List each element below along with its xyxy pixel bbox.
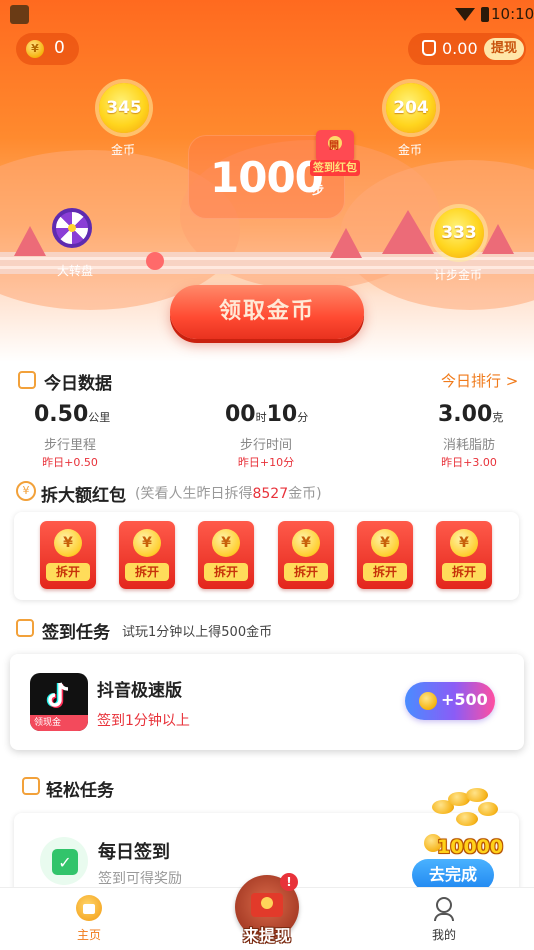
redpacket-icon	[251, 893, 283, 917]
calendar-check-icon: ✓	[52, 849, 78, 875]
daily-signin-title: 每日签到	[98, 842, 170, 863]
withdraw-button[interactable]: 提现	[484, 38, 524, 60]
coin-icon: ¥	[292, 529, 320, 557]
status-bar: 10:10	[0, 0, 534, 28]
home-icon[interactable]	[76, 895, 102, 921]
walk-time-delta: 昨日+10分	[237, 456, 295, 469]
app-name: 抖音极速版	[97, 681, 182, 701]
douyin-app-icon: 领现金	[30, 673, 88, 731]
task-list-icon	[22, 777, 40, 795]
runner-figure	[146, 252, 164, 270]
reward-amount: +500	[441, 690, 488, 709]
open-packet-button[interactable]: 拆开	[363, 563, 407, 581]
wifi-icon	[455, 8, 475, 21]
coin-bubble[interactable]: 345	[99, 83, 149, 133]
open-packet-button[interactable]: 拆开	[204, 563, 248, 581]
walk-time-label: 步行时间	[239, 438, 292, 453]
profile-icon-body	[434, 913, 454, 921]
coin-icon: ¥	[450, 529, 478, 557]
walk-time-value: 00时10分	[225, 402, 309, 427]
open-packet-button[interactable]: 拆开	[284, 563, 328, 581]
bonus-amount: 10000	[437, 836, 504, 858]
walk-distance-delta: 昨日+0.50	[42, 456, 98, 469]
step-count: 1000	[210, 153, 324, 202]
coin-balance: 0	[54, 38, 65, 58]
notification-badge: !	[280, 873, 298, 891]
tree-decoration	[14, 226, 46, 256]
cash-balance: 0.00	[442, 39, 478, 58]
tree-decoration	[330, 228, 362, 258]
fat-burned-value: 3.00克	[438, 402, 504, 427]
open-packet-button[interactable]: 拆开	[46, 563, 90, 581]
coin-pile-icon	[456, 812, 478, 826]
tab-withdraw[interactable]: 来提现	[232, 922, 302, 946]
coin-pile-icon	[478, 802, 498, 816]
red-packet[interactable]: ¥ 拆开	[198, 521, 254, 589]
red-packet[interactable]: ¥ 拆开	[436, 521, 492, 589]
fat-burned-delta: 昨日+3.00	[441, 456, 497, 469]
red-packet-subtitle: (笑看人生昨日拆得8527金币)	[135, 486, 322, 502]
coin-bubble-label: 金币	[110, 143, 135, 157]
lucky-wheel-label: 大转盘	[56, 264, 93, 278]
step-coin-bubble[interactable]: 333	[434, 208, 484, 258]
signin-redpacket-glyph: 開	[329, 141, 339, 152]
tree-decoration	[482, 224, 514, 254]
status-time: 10:10	[491, 5, 534, 23]
profile-icon[interactable]	[436, 897, 452, 913]
walk-distance-value: 0.50公里	[34, 402, 111, 427]
wallet-icon	[422, 40, 436, 56]
step-coin-bubble-label: 计步金币	[433, 268, 482, 282]
signin-redpacket-label[interactable]: 签到红包	[310, 160, 360, 176]
battery-icon	[481, 7, 489, 22]
red-packet[interactable]: ¥ 拆开	[357, 521, 413, 589]
coin-icon: ¥	[26, 40, 44, 58]
coin-icon: ¥	[133, 529, 161, 557]
coin-icon: ¥	[371, 529, 399, 557]
reward-500-button[interactable]: +500	[405, 682, 495, 720]
coin-icon: ¥	[54, 529, 82, 557]
app-notification-icon	[10, 5, 29, 24]
cash-balance-pill[interactable]: 0.00 提现	[408, 33, 526, 65]
red-packet[interactable]: ¥ 拆开	[278, 521, 334, 589]
claim-coins-button[interactable]: 领取金币	[170, 285, 364, 339]
tiktok-note-icon	[46, 682, 69, 708]
data-stats-icon	[18, 371, 36, 389]
app-cash-tag: 领现金	[30, 715, 88, 731]
open-packet-button[interactable]: 拆开	[442, 563, 486, 581]
tab-home[interactable]: 主页	[59, 926, 119, 943]
step-unit: 步	[312, 183, 325, 197]
app-task-desc: 签到1分钟以上	[97, 713, 190, 729]
coin-pile-icon	[466, 788, 488, 802]
yuan-coin-icon: ¥	[16, 481, 36, 501]
signin-task-subtitle: 试玩1分钟以上得500金币	[122, 625, 273, 640]
easy-task-title: 轻松任务	[46, 781, 114, 801]
coin-balance-pill[interactable]: ¥ 0	[16, 33, 79, 65]
tab-me[interactable]: 我的	[414, 926, 474, 943]
red-packet[interactable]: ¥ 拆开	[119, 521, 175, 589]
task-list-icon	[16, 619, 34, 637]
open-packet-button[interactable]: 拆开	[125, 563, 169, 581]
red-packet[interactable]: ¥ 拆开	[40, 521, 96, 589]
walk-distance-label: 步行里程	[43, 438, 96, 453]
today-data-title: 今日数据	[44, 374, 112, 394]
coin-icon: ¥	[212, 529, 240, 557]
signin-redpacket-icon[interactable]: 開	[316, 130, 354, 162]
daily-signin-desc: 签到可得奖励	[98, 871, 182, 887]
lucky-wheel-center	[68, 224, 76, 232]
fat-burned-label: 消耗脂肪	[442, 438, 495, 453]
tree-decoration	[382, 210, 434, 254]
coin-bubble-label: 金币	[397, 143, 422, 157]
coin-icon	[419, 692, 437, 710]
coin-bubble[interactable]: 204	[386, 83, 436, 133]
red-packet-title: 拆大额红包	[41, 486, 126, 506]
signin-task-title: 签到任务	[42, 623, 110, 643]
today-rank-link[interactable]: 今日排行 >	[441, 370, 518, 391]
